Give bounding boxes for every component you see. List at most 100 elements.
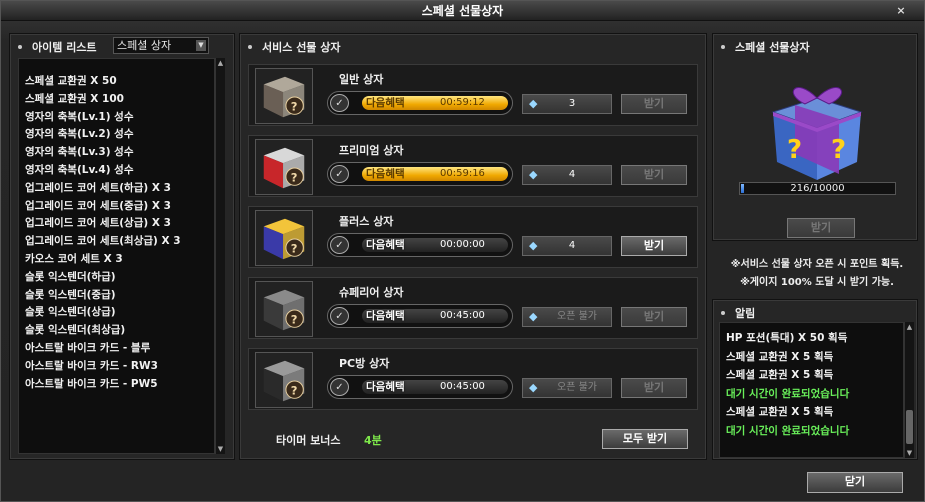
log-list: HP 포션(특대) X 50 획득 스페셜 교환권 X 5 획득 스페셜 교환권 X… (719, 322, 904, 458)
timer-value: 00:00:00 (440, 239, 485, 250)
gem-icon: ◆ (529, 310, 538, 323)
gem-icon: ◆ (529, 381, 538, 394)
box-thumbnail-icon: ? (255, 210, 313, 266)
list-item[interactable]: 업그레이드 코어 세트(상급) X 3 (25, 215, 214, 233)
check-icon: ✓ (330, 94, 349, 112)
box-points: ◆ 오픈 불가 (522, 378, 612, 398)
list-item[interactable]: 슬롯 익스텐더(중급) (25, 287, 214, 305)
scroll-up-icon[interactable]: ▲ (216, 58, 225, 68)
window-title: 스페셜 선물상자 (421, 4, 504, 18)
scroll-thumb[interactable] (906, 410, 913, 444)
list-item[interactable]: 영자의 축복(Lv.4) 성수 (25, 162, 214, 180)
gift-box-icon: ? ? (771, 87, 863, 180)
dropdown-value: 스페셜 상자 (117, 39, 172, 52)
list-item[interactable]: 업그레이드 코어 세트(중급) X 3 (25, 198, 214, 216)
log-title: 알림 (735, 307, 756, 320)
box-claim-button[interactable]: 받기 (621, 94, 687, 114)
list-item[interactable]: 스페셜 교환권 X 50 (25, 73, 214, 91)
list-item[interactable]: 슬롯 익스텐더(최상급) (25, 322, 214, 340)
list-item[interactable]: 카오스 코어 세트 X 3 (25, 251, 214, 269)
box-row: ? 슈페리어 상자 ✓ 다음혜택 00:45:00 ◆ 오픈 불가 받기 (248, 277, 698, 339)
svg-text:?: ? (787, 135, 802, 165)
item-list-scrollbar[interactable]: ▲ ▼ (215, 58, 225, 454)
box-points: ◆ 4 (522, 236, 612, 256)
box-name: 플러스 상자 (339, 215, 394, 228)
box-type-dropdown[interactable]: 스페셜 상자 ▼ (113, 37, 209, 54)
service-box-title: 서비스 선물 상자 (262, 41, 341, 54)
special-gift-header: 스페셜 선물상자 (721, 40, 810, 56)
points-value: 3 (568, 98, 576, 109)
gem-icon: ◆ (529, 239, 538, 252)
box-timer: ✓ 다음혜택 00:45:00 (327, 304, 513, 328)
list-item[interactable]: 아스트랄 바이크 카드 - RW3 (25, 358, 214, 376)
notice-line-1: ※서비스 선물 상자 오픈 시 포인트 획득. (730, 259, 904, 270)
list-item[interactable]: 슬롯 익스텐더(상급) (25, 304, 214, 322)
list-item[interactable]: 업그레이드 코어 세트(최상급) X 3 (25, 233, 214, 251)
scroll-down-icon[interactable]: ▼ (905, 448, 914, 458)
box-claim-button[interactable]: 받기 (621, 378, 687, 398)
timer-value: 00:45:00 (440, 381, 485, 392)
special-gift-panel: 스페셜 선물상자 ? ? 216/10000 받기 (712, 33, 918, 241)
check-icon: ✓ (330, 165, 349, 183)
box-claim-button[interactable]: 받기 (621, 236, 687, 256)
points-value: 4 (568, 240, 576, 251)
bullet-icon (18, 45, 22, 49)
list-item[interactable]: 영자의 축복(Lv.1) 성수 (25, 109, 214, 127)
svg-text:?: ? (831, 135, 846, 165)
list-item[interactable]: 아스트랄 바이크 카드 - PW5 (25, 376, 214, 394)
timer-label: 다음혜택 (366, 97, 405, 109)
timer-label: 다음혜택 (366, 381, 405, 393)
bullet-icon (248, 45, 252, 49)
box-row: ? 일반 상자 ✓ 다음혜택 00:59:12 ◆ 3 받기 (248, 64, 698, 126)
item-list-panel: 아이템 리스트 스페셜 상자 ▼ 스페셜 교환권 X 50 스페셜 교환권 X 1… (9, 33, 235, 460)
gift-claim-button[interactable]: 받기 (787, 218, 855, 238)
claim-all-button[interactable]: 모두 받기 (602, 429, 688, 449)
list-item[interactable]: 스페셜 교환권 X 100 (25, 91, 214, 109)
scroll-down-icon[interactable]: ▼ (216, 444, 225, 454)
list-item[interactable]: 영자의 축복(Lv.3) 성수 (25, 144, 214, 162)
log-scrollbar[interactable]: ▲ ▼ (904, 322, 914, 458)
bullet-icon (721, 311, 725, 315)
box-points: ◆ 3 (522, 94, 612, 114)
close-icon[interactable]: × (894, 1, 908, 21)
special-gift-title: 스페셜 선물상자 (735, 41, 810, 54)
gift-gauge: 216/10000 (739, 182, 896, 195)
log-line: 스페셜 교환권 X 5 획득 (726, 369, 834, 381)
log-line: 스페셜 교환권 X 5 획득 (726, 406, 834, 418)
close-button[interactable]: 닫기 (807, 472, 903, 493)
box-thumbnail-icon: ? (255, 68, 313, 124)
list-item[interactable]: 영자의 축복(Lv.2) 성수 (25, 126, 214, 144)
list-item[interactable]: 아스트랄 바이크 카드 - 블루 (25, 340, 214, 358)
notice-line-2: ※게이지 100% 도달 시 받기 가능. (740, 277, 894, 288)
box-timer: ✓ 다음혜택 00:59:16 (327, 162, 513, 186)
service-box-panel: 서비스 선물 상자 ? 일반 상자 ✓ 다음혜택 00:59:12 ◆ 3 받기? 프리미엄 상… (239, 33, 707, 460)
gem-icon: ◆ (529, 168, 538, 181)
check-icon: ✓ (330, 378, 349, 396)
timer-label: 다음혜택 (366, 239, 405, 251)
bullet-icon (721, 45, 725, 49)
log-line: 대기 시간이 완료되었습니다 (726, 387, 850, 400)
list-item[interactable]: 슬롯 익스텐더(하급) (25, 269, 214, 287)
box-points: ◆ 4 (522, 165, 612, 185)
scroll-up-icon[interactable]: ▲ (905, 322, 914, 332)
box-claim-button[interactable]: 받기 (621, 307, 687, 327)
svg-text:?: ? (291, 170, 298, 184)
box-claim-button[interactable]: 받기 (621, 165, 687, 185)
timer-value: 00:59:16 (440, 168, 485, 179)
title-bar: 스페셜 선물상자 × (1, 1, 924, 21)
svg-text:?: ? (291, 383, 298, 397)
timer-label: 다음혜택 (366, 168, 405, 180)
service-box-header: 서비스 선물 상자 (248, 40, 341, 56)
item-list-title: 아이템 리스트 (32, 41, 97, 54)
box-thumbnail-icon: ? (255, 352, 313, 408)
log-line: 대기 시간이 완료되었습니다 (726, 424, 850, 437)
item-list-header: 아이템 리스트 (18, 40, 97, 56)
box-name: PC방 상자 (339, 357, 390, 370)
box-name: 일반 상자 (339, 73, 384, 86)
timer-bonus-label: 타이머 보너스 (276, 434, 341, 447)
points-value: 오픈 불가 (557, 311, 597, 322)
list-item[interactable]: 업그레이드 코어 세트(하급) X 3 (25, 180, 214, 198)
box-name: 슈페리어 상자 (339, 286, 404, 299)
svg-text:?: ? (291, 312, 298, 326)
svg-text:?: ? (291, 241, 298, 255)
